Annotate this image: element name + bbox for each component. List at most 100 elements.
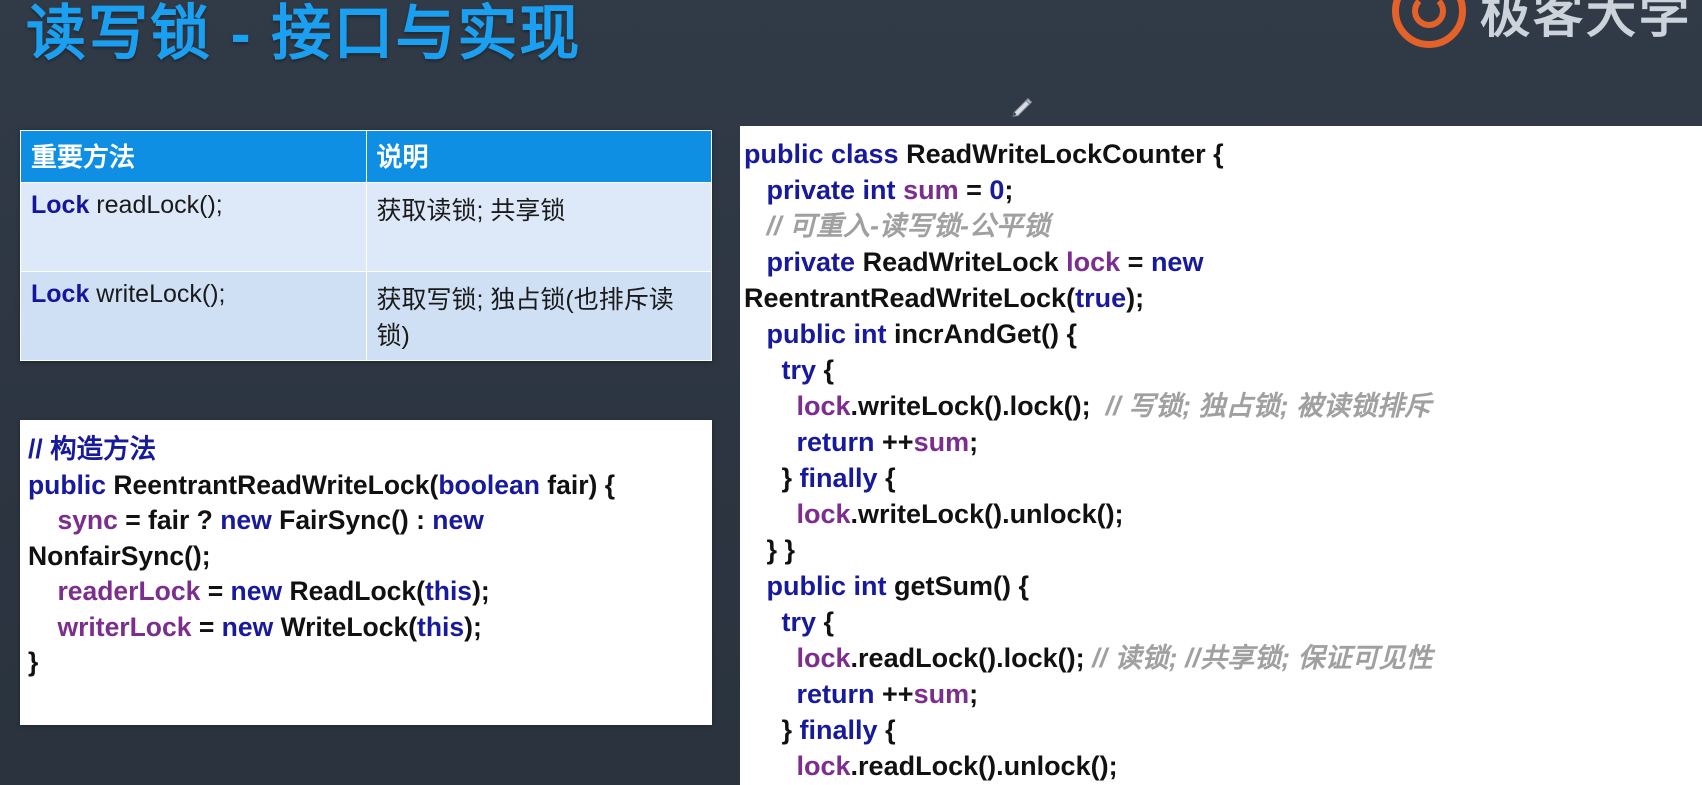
code-token: = <box>200 576 231 606</box>
column-header-method: 重要方法 <box>20 130 367 183</box>
code-token: = fair ? <box>117 505 221 535</box>
code-token: 0 <box>989 175 1005 205</box>
code-token: public <box>28 469 107 500</box>
code-token: = <box>1120 247 1151 277</box>
code-line: sync = fair ? new FairSync() : new <box>28 503 704 539</box>
code-token: public int <box>766 571 887 601</box>
code-token: ++ <box>874 679 914 709</box>
code-line: } finally { <box>744 712 1698 748</box>
code-token: this <box>417 611 465 642</box>
code-line: ReentrantReadWriteLock(true); <box>744 280 1698 316</box>
method-signature: writeLock(); <box>89 280 226 308</box>
code-token: finally <box>799 463 878 493</box>
code-token: // 读锁; //共享锁; 保证可见性 <box>1084 643 1433 673</box>
code-line: public class ReadWriteLockCounter { <box>744 136 1698 172</box>
code-token: // 可重入-读写锁-公平锁 <box>766 211 1051 241</box>
method-type-keyword: Lock <box>31 280 90 308</box>
code-line: try { <box>744 604 1698 640</box>
code-token: finally <box>799 715 878 745</box>
code-token: readerLock <box>57 576 201 606</box>
code-token: ; <box>969 427 979 457</box>
code-token: sum <box>913 427 970 457</box>
method-type-keyword: Lock <box>31 191 90 219</box>
code-token: public int <box>766 319 887 349</box>
code-token: .writeLock().lock(); <box>850 391 1091 421</box>
code-token: new <box>220 505 272 535</box>
code-token: private <box>766 247 856 277</box>
code-token: new <box>1150 247 1204 277</box>
code-token: sum <box>903 175 959 205</box>
code-token: incrAndGet() { <box>886 319 1078 349</box>
code-token: lock <box>796 499 851 529</box>
code-token: { <box>816 607 835 637</box>
geekbang-circle-logo-icon <box>1392 0 1466 48</box>
constructor-code-block: // 构造方法 public ReentrantReadWriteLock(boo… <box>20 420 712 725</box>
code-line: public int getSum() { <box>744 568 1698 604</box>
code-token: new <box>432 505 484 535</box>
important-methods-table: 重要方法 说明 Lock readLock(); 获取读锁; 共享锁 Lock … <box>20 130 712 361</box>
code-token: .readLock().lock(); <box>850 643 1085 673</box>
code-token: fair) { <box>539 469 616 500</box>
code-line: public ReentrantReadWriteLock(boolean fa… <box>28 468 704 504</box>
code-token: ReadLock( <box>282 576 425 606</box>
code-token: return <box>796 427 875 457</box>
code-token: try <box>781 355 817 385</box>
code-token: .writeLock().unlock(); <box>850 499 1124 529</box>
presentation-slide: 读写锁 - 接口与实现 极客大学 重要方法 说明 Lock readLock()… <box>0 0 1702 785</box>
code-token: ; <box>969 679 979 709</box>
code-line: writerLock = new WriteLock(this); <box>28 610 704 646</box>
code-token: ++ <box>874 427 914 457</box>
code-token: ReadWriteLockCounter { <box>898 139 1224 169</box>
code-token: } <box>781 463 800 493</box>
cell-method-writelock: Lock writeLock(); <box>20 271 367 361</box>
code-token: // 构造方法 <box>28 434 157 464</box>
code-token: lock <box>796 643 851 673</box>
code-token: } <box>28 647 39 677</box>
code-token: lock <box>1066 247 1121 277</box>
code-token: private int <box>766 175 896 205</box>
code-token: } <box>781 715 800 745</box>
code-token: = <box>191 611 222 642</box>
code-line: lock.writeLock().lock(); // 写锁; 独占锁; 被读锁… <box>744 388 1698 424</box>
main-code-block: public class ReadWriteLockCounter { priv… <box>740 126 1702 785</box>
code-token: ); <box>1126 283 1145 313</box>
code-token: { <box>877 715 896 745</box>
code-token: new <box>230 576 283 606</box>
code-token: try <box>781 607 817 637</box>
cell-description-readlock: 获取读锁; 共享锁 <box>365 182 712 272</box>
code-token: FairSync() : <box>271 505 433 535</box>
code-line: try { <box>744 352 1698 388</box>
page-title: 读写锁 - 接口与实现 <box>26 0 582 67</box>
code-line: return ++sum; <box>744 676 1698 712</box>
column-header-description: 说明 <box>365 130 712 183</box>
cell-method-readlock: Lock readLock(); <box>20 182 367 272</box>
code-token: ); <box>472 576 490 606</box>
code-token: { <box>816 355 835 385</box>
code-token: boolean <box>438 469 540 500</box>
code-token: ); <box>464 611 482 642</box>
code-line: // 构造方法 <box>28 432 704 468</box>
code-line: readerLock = new ReadLock(this); <box>28 574 704 610</box>
code-token: } } <box>766 535 796 565</box>
code-line: } } <box>744 532 1698 568</box>
main-code-text: public class ReadWriteLockCounter { priv… <box>744 136 1698 785</box>
table-row: Lock writeLock(); 获取写锁; 独占锁(也排斥读锁) <box>20 271 712 361</box>
brand-logo: 极客大学 <box>1392 0 1692 48</box>
code-token: sync <box>57 505 118 535</box>
code-token: true <box>1075 283 1127 313</box>
code-line: } <box>28 645 704 681</box>
code-token: ReadWriteLock <box>855 247 1067 277</box>
